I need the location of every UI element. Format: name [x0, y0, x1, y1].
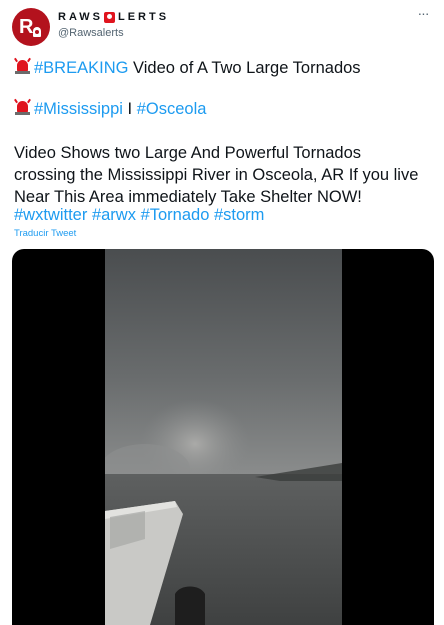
display-name-part2: LERTS — [118, 11, 170, 23]
tweet-card: R RAWS LERTS @Rawsalerts ··· #BREAKING V… — [0, 0, 444, 625]
video-thumbnail — [105, 249, 342, 625]
video-player[interactable] — [12, 249, 434, 625]
hashtag-arwx[interactable]: #arwx — [92, 206, 136, 224]
avatar[interactable]: R — [12, 8, 50, 46]
tweet-headline-text: Video of A Two Large Tornados — [128, 59, 361, 77]
hashtag-wxtwitter[interactable]: #wxtwitter — [14, 206, 87, 224]
display-name[interactable]: RAWS LERTS — [58, 11, 169, 23]
hashtag-osceola[interactable]: #Osceola — [137, 100, 207, 118]
hashtag-breaking[interactable]: #BREAKING — [34, 59, 128, 77]
translate-tweet-link[interactable]: Traducir Tweet — [14, 228, 76, 239]
siren-icon — [104, 11, 115, 23]
tweet-body-line: Video Shows two Large And Powerful Torna… — [14, 144, 362, 162]
hashtag-separator: I — [122, 100, 137, 118]
user-handle[interactable]: @Rawsalerts — [58, 27, 124, 39]
siren-emoji-icon — [14, 98, 31, 116]
hashtag-mississippi[interactable]: #Mississippi — [34, 100, 123, 118]
tweet-line-breaking: #BREAKING Video of A Two Large Tornados — [14, 57, 361, 79]
tweet-line-location: #Mississippi I #Osceola — [14, 98, 206, 120]
tweet-hashtags: #wxtwitter #arwx #Tornado #storm — [14, 204, 264, 226]
avatar-siren-icon — [33, 27, 41, 37]
display-name-part1: RAWS — [58, 11, 103, 23]
siren-emoji-icon — [14, 57, 31, 75]
hashtag-tornado[interactable]: #Tornado — [141, 206, 210, 224]
more-options-icon[interactable]: ··· — [414, 6, 432, 22]
tweet-body-line: crossing the Mississippi River in Osceol… — [14, 166, 419, 184]
hashtag-storm[interactable]: #storm — [214, 206, 264, 224]
rawsalerts-logo-icon: R — [19, 16, 33, 38]
